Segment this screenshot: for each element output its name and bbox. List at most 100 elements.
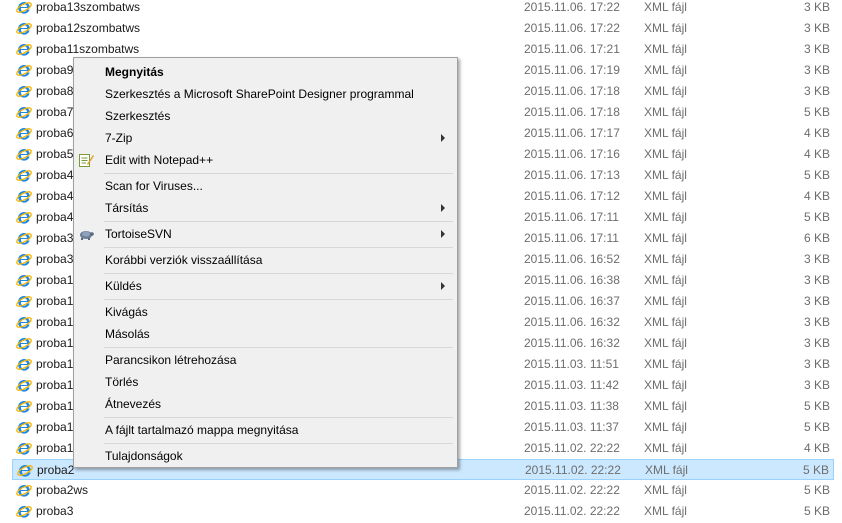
internet-explorer-icon — [16, 210, 32, 226]
submenu-arrow-icon — [441, 134, 445, 142]
internet-explorer-icon — [16, 483, 32, 499]
menu-item-7-zip[interactable]: 7-Zip — [76, 127, 455, 149]
file-size: 3 KB — [803, 357, 830, 371]
file-date: 2015.11.06. 17:22 — [524, 0, 620, 14]
file-row[interactable]: proba2ws 2015.11.02. 22:22 XML fájl 5 KB — [12, 480, 834, 501]
file-size: 3 KB — [803, 0, 830, 14]
menu-separator — [104, 221, 453, 222]
file-date: 2015.11.06. 16:37 — [524, 294, 620, 308]
menu-item-kivagas[interactable]: Kivágás — [76, 301, 455, 323]
menu-item-korabbi-verziok-visszaallitasa[interactable]: Korábbi verziók visszaállítása — [76, 249, 455, 271]
file-name: proba1 — [36, 273, 74, 287]
file-date: 2015.11.02. 22:22 — [524, 504, 620, 518]
file-date: 2015.11.06. 16:32 — [524, 315, 620, 329]
file-name: proba3 — [36, 252, 74, 266]
internet-explorer-icon — [16, 420, 32, 436]
file-name: proba1 — [36, 336, 74, 350]
file-row[interactable]: proba12szombatws 2015.11.06. 17:22 XML fáj… — [12, 18, 834, 39]
file-date: 2015.11.02. 22:22 — [524, 441, 620, 455]
internet-explorer-icon — [16, 252, 32, 268]
menu-item-szerkesztes[interactable]: Szerkesztés — [76, 105, 455, 127]
menu-item-torles[interactable]: Törlés — [76, 371, 455, 393]
file-name: proba3 — [36, 231, 74, 245]
file-row[interactable]: proba13szombatws 2015.11.06. 17:22 XML fáj… — [12, 0, 834, 18]
file-name: proba1 — [36, 378, 74, 392]
menu-item-tulajdonsagok[interactable]: Tulajdonságok — [76, 445, 455, 467]
file-type: XML fájl — [644, 357, 687, 371]
menu-item-szerkesztes-a-microsoft-sharepoint-designer-programmal[interactable]: Szerkesztés a Microsoft SharePoint Desig… — [76, 83, 455, 105]
file-type: XML fájl — [645, 463, 688, 477]
file-name: proba4 — [36, 210, 74, 224]
file-name: proba2ws — [36, 483, 89, 497]
menu-item-label: Szerkesztés — [105, 109, 171, 123]
menu-item-label: Kivágás — [105, 305, 148, 319]
file-name: proba1 — [36, 315, 74, 329]
menu-item-label: Parancsikon létrehozása — [105, 353, 237, 367]
file-type: XML fájl — [644, 210, 687, 224]
file-name: proba12szombatws — [36, 21, 141, 35]
menu-item-megnyitas[interactable]: Megnyitás — [76, 61, 455, 83]
file-date: 2015.11.06. 16:52 — [524, 252, 620, 266]
menu-separator — [104, 443, 453, 444]
file-size: 3 KB — [803, 21, 830, 35]
file-type: XML fájl — [644, 315, 687, 329]
file-size: 4 KB — [803, 126, 830, 140]
file-type: XML fájl — [644, 168, 687, 182]
file-date: 2015.11.06. 17:16 — [524, 147, 620, 161]
submenu-arrow-icon — [441, 204, 445, 212]
menu-item-label: Másolás — [105, 327, 150, 341]
file-size: 3 KB — [803, 42, 830, 56]
file-size: 3 KB — [803, 336, 830, 350]
file-size: 5 KB — [803, 168, 830, 182]
file-type: XML fájl — [644, 504, 687, 518]
menu-item-atnevezes[interactable]: Átnevezés — [76, 393, 455, 415]
menu-item-label: Átnevezés — [105, 397, 162, 411]
file-date: 2015.11.06. 17:13 — [524, 168, 620, 182]
file-name: proba5 — [36, 147, 74, 161]
file-name: proba1 — [36, 399, 74, 413]
file-name: proba4 — [36, 189, 74, 203]
internet-explorer-icon — [16, 336, 32, 352]
notepadpp-icon — [78, 152, 94, 168]
file-type: XML fájl — [644, 42, 687, 56]
file-type: XML fájl — [644, 105, 687, 119]
file-size: 4 KB — [803, 147, 830, 161]
menu-item-a-fajlt-tartalmazo-mappa-megnyitasa[interactable]: A fájlt tartalmazó mappa megnyitása — [76, 419, 455, 441]
internet-explorer-icon — [16, 168, 32, 184]
menu-item-label: Edit with Notepad++ — [105, 153, 214, 167]
tortoisesvn-icon — [78, 226, 94, 242]
menu-item-tortoisesvn[interactable]: TortoiseSVN — [76, 223, 455, 245]
file-size: 5 KB — [803, 210, 830, 224]
file-date: 2015.11.06. 17:12 — [524, 189, 620, 203]
menu-item-masolas[interactable]: Másolás — [76, 323, 455, 345]
file-name: proba1 — [36, 294, 74, 308]
file-type: XML fájl — [644, 399, 687, 413]
file-date: 2015.11.06. 17:19 — [524, 63, 620, 77]
file-type: XML fájl — [644, 378, 687, 392]
file-size: 3 KB — [803, 315, 830, 329]
menu-item-kuldes[interactable]: Küldés — [76, 275, 455, 297]
menu-item-tarsitas[interactable]: Társítás — [76, 197, 455, 219]
file-size: 5 KB — [803, 504, 830, 518]
file-size: 5 KB — [803, 420, 830, 434]
internet-explorer-icon — [16, 21, 32, 37]
menu-item-label: Tulajdonságok — [105, 449, 183, 463]
file-name: proba3 — [36, 504, 74, 518]
file-size: 3 KB — [803, 252, 830, 266]
menu-item-edit-with-notepad[interactable]: Edit with Notepad++ — [76, 149, 455, 171]
file-size: 3 KB — [803, 294, 830, 308]
file-type: XML fájl — [644, 273, 687, 287]
internet-explorer-icon — [16, 0, 32, 16]
file-date: 2015.11.03. 11:51 — [524, 357, 619, 371]
menu-separator — [104, 247, 453, 248]
file-type: XML fájl — [644, 126, 687, 140]
submenu-arrow-icon — [441, 282, 445, 290]
menu-item-scan-for-viruses[interactable]: Scan for Viruses... — [76, 175, 455, 197]
file-size: 6 KB — [803, 231, 830, 245]
menu-separator — [104, 273, 453, 274]
menu-item-parancsikon-letrehozasa[interactable]: Parancsikon létrehozása — [76, 349, 455, 371]
file-type: XML fájl — [644, 147, 687, 161]
file-type: XML fájl — [644, 0, 687, 14]
file-name: proba8 — [36, 84, 74, 98]
menu-item-label: Társítás — [105, 201, 149, 215]
